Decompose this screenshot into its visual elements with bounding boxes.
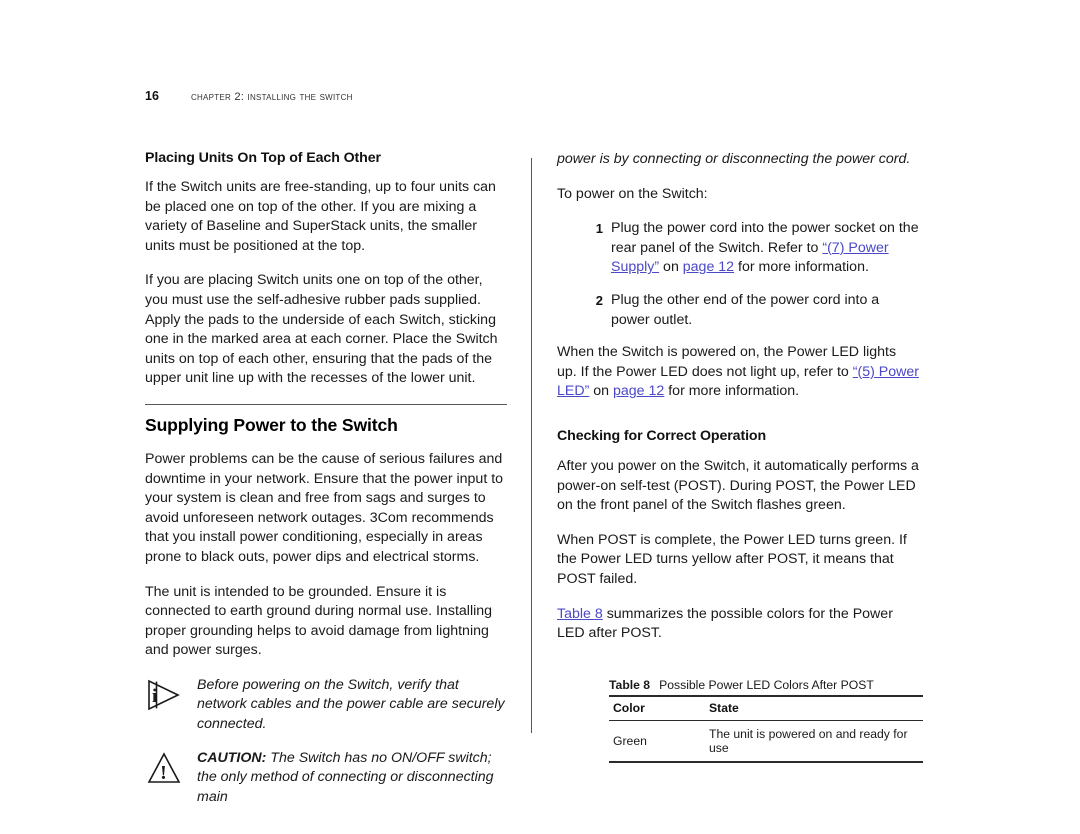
step1-text-after: for more information. <box>734 259 869 276</box>
step-text: Plug the other end of the power cord int… <box>611 291 880 328</box>
caution-block: ! CAUTION: The Switch has no ON/OFF swit… <box>145 749 507 808</box>
heading-placing-units: Placing Units On Top of Each Other <box>145 150 381 166</box>
column-divider <box>531 158 532 733</box>
svg-text:!: ! <box>160 762 167 784</box>
step-number: 1 <box>595 221 603 237</box>
step1-text-mid: on <box>659 259 683 276</box>
document-page: 16 Chapter 2: Installing the Switch Plac… <box>0 0 1080 834</box>
cell-state-green: The unit is powered on and ready for use <box>709 726 908 755</box>
table-caption-text: Possible Power LED Colors After POST <box>659 677 874 692</box>
table-caption: Table 8 Possible Power LED Colors After P… <box>609 678 923 692</box>
paragraph-power-led: When the Switch is powered on, the Power… <box>557 343 919 402</box>
step-text: Plug the power cord into the power socke… <box>611 219 919 278</box>
table-row: Green The unit is powered on and ready f… <box>609 720 923 762</box>
caution-lead: CAUTION: <box>197 749 267 766</box>
paragraph-power-problems: Power problems can be the cause of serio… <box>145 450 504 565</box>
power-on-steps: 1 Plug the power cord into the power soc… <box>587 219 919 330</box>
note-text: Before powering on the Switch, verify th… <box>197 676 505 733</box>
heading-supplying-power: Supplying Power to the Switch <box>145 403 507 436</box>
table-8-wrapper: Table 8 Possible Power LED Colors After P… <box>609 678 923 763</box>
step-number: 2 <box>595 292 603 308</box>
paragraph-post-2: When POST is complete, the Power LED tur… <box>557 531 907 587</box>
heading-checking-operation: Checking for Correct Operation <box>557 427 767 444</box>
left-column: Placing Units On Top of Each Other If th… <box>145 150 507 821</box>
list-item: 1 Plug the power cord into the power soc… <box>587 219 919 278</box>
column-header-color: Color <box>613 700 645 715</box>
table-header-row: Color State <box>609 695 923 721</box>
table-ref-after: summarizes the possible colors for the P… <box>557 605 893 642</box>
led-text-after: for more information. <box>664 383 800 400</box>
link-table-8[interactable]: Table 8 <box>557 606 603 622</box>
cell-color-green: Green <box>613 733 647 748</box>
led-text-mid: on <box>589 383 613 400</box>
link-page-12-b[interactable]: page 12 <box>613 383 664 399</box>
running-header: 16 Chapter 2: Installing the Switch <box>145 89 353 103</box>
list-item: 2 Plug the other end of the power cord i… <box>587 291 919 330</box>
chapter-title: Chapter 2: Installing the Switch <box>191 91 353 103</box>
paragraph-to-power-on: To power on the Switch: <box>557 185 708 202</box>
paragraph-grounding: The unit is intended to be grounded. Ens… <box>145 583 493 659</box>
caution-text: CAUTION: The Switch has no ON/OFF switch… <box>197 749 507 808</box>
paragraph-caution-continued: power is by connecting or disconnecting … <box>557 151 911 167</box>
table-caption-number: Table 8 <box>609 677 651 692</box>
link-page-12-a[interactable]: page 12 <box>683 259 734 275</box>
column-header-state: State <box>709 700 739 715</box>
note-block: i Before powering on the Switch, verify … <box>145 676 507 735</box>
paragraph-rubber-pads: If you are placing Switch units one on t… <box>145 272 498 387</box>
right-column: power is by connecting or disconnecting … <box>557 150 923 763</box>
page-number: 16 <box>145 89 159 103</box>
paragraph-free-standing: If the Switch units are free-standing, u… <box>145 179 496 254</box>
paragraph-post-1: After you power on the Switch, it automa… <box>557 457 919 514</box>
info-triangle-icon: i <box>145 676 197 712</box>
led-text-before: When the Switch is powered on, the Power… <box>557 344 897 380</box>
svg-text:i: i <box>152 686 157 707</box>
paragraph-table-ref: Table 8 summarizes the possible colors f… <box>557 605 919 644</box>
warning-triangle-icon: ! <box>145 749 197 785</box>
power-led-colors-table: Color State Green The unit is powered on… <box>609 695 923 763</box>
